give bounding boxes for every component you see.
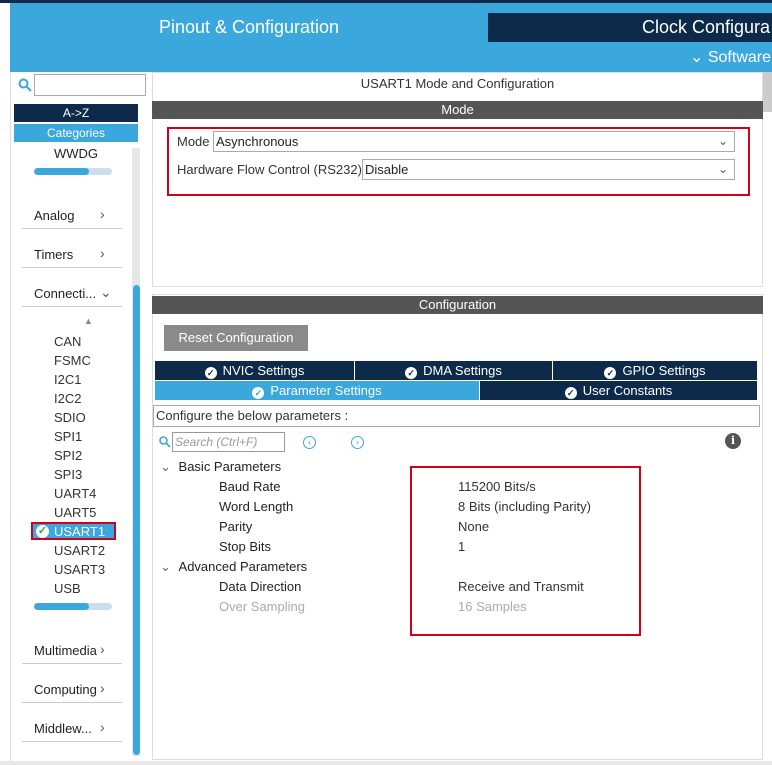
usart1-label: USART1: [54, 524, 106, 539]
collapse-panel-handle[interactable]: [763, 72, 772, 112]
divider: [22, 663, 122, 664]
basic-parameters-group[interactable]: ⌄ Basic Parameters: [160, 459, 281, 475]
check-circle-icon: ✓: [252, 387, 265, 399]
peripheral-wwdg[interactable]: WWDG: [54, 146, 98, 161]
group-label: Advanced Parameters: [178, 559, 308, 574]
group-label: Basic Parameters: [178, 459, 282, 474]
configure-description: Configure the below parameters :: [153, 405, 760, 427]
sort-az-button[interactable]: A->Z: [14, 104, 138, 122]
tab-label: User Constants: [582, 383, 673, 398]
sort-arrows-icon[interactable]: ▲: [84, 316, 93, 326]
advanced-parameters-group[interactable]: ⌄ Advanced Parameters: [160, 559, 307, 575]
chevron-right-icon: ›: [100, 680, 105, 696]
categories-button[interactable]: Categories: [14, 124, 138, 142]
software-label: Software: [707, 49, 771, 66]
peripheral-fsmc[interactable]: FSMC: [54, 353, 91, 368]
peripheral-sdio[interactable]: SDIO: [54, 410, 86, 425]
tab-parameter-settings[interactable]: ✓ Parameter Settings: [155, 381, 479, 400]
peripheral-i2c2[interactable]: I2C2: [54, 391, 81, 406]
param-name: Word Length: [219, 499, 294, 514]
progress-bar-bottom: [34, 603, 112, 610]
parameter-search-input[interactable]: Search (Ctrl+F): [172, 432, 285, 452]
tab-label: DMA Settings: [423, 363, 502, 378]
mode-section-header: Mode: [152, 101, 763, 119]
divider: [22, 228, 122, 229]
chevron-down-icon: ⌄: [690, 49, 704, 66]
tab-label: NVIC Settings: [222, 363, 305, 378]
info-icon[interactable]: i: [725, 433, 741, 449]
param-name: Parity: [219, 519, 253, 534]
peripheral-usart3[interactable]: USART3: [54, 562, 105, 577]
peripheral-i2c1[interactable]: I2C1: [54, 372, 81, 387]
chevron-right-icon: ›: [100, 641, 105, 657]
category-middleware[interactable]: Middlew...: [34, 721, 92, 736]
previous-match-icon[interactable]: ‹: [303, 436, 316, 449]
peripheral-spi3[interactable]: SPI3: [54, 467, 82, 482]
param-name: Over Sampling: [219, 599, 305, 614]
progress-bar-top: [34, 168, 112, 175]
tab-label: Parameter Settings: [270, 383, 382, 398]
peripheral-uart5[interactable]: UART5: [54, 505, 96, 520]
peripheral-usart1-selected[interactable]: ✓ USART1: [31, 522, 116, 540]
divider: [22, 306, 122, 307]
next-match-icon[interactable]: ›: [351, 436, 364, 449]
tab-nvic-settings[interactable]: ✓ NVIC Settings: [155, 361, 354, 380]
category-analog[interactable]: Analog: [34, 208, 74, 223]
check-circle-icon: ✓: [405, 367, 418, 379]
chevron-down-icon: ⌄: [100, 284, 112, 300]
configuration-header: Configuration: [152, 296, 763, 314]
category-multimedia[interactable]: Multimedia: [34, 643, 97, 658]
tab-clock-configuration[interactable]: Clock Configura: [488, 13, 772, 42]
peripheral-usart2[interactable]: USART2: [54, 543, 105, 558]
left-strip: [0, 3, 10, 72]
tab-label: GPIO Settings: [622, 363, 706, 378]
param-name: Baud Rate: [219, 479, 281, 494]
peripheral-can[interactable]: CAN: [54, 334, 81, 349]
bottom-edge: [0, 761, 772, 765]
chevron-right-icon: ›: [100, 206, 105, 222]
mode-highlight-box: [167, 127, 750, 196]
top-border: [0, 0, 772, 3]
category-computing[interactable]: Computing: [34, 682, 97, 697]
peripheral-uart4[interactable]: UART4: [54, 486, 96, 501]
check-circle-icon: ✓: [204, 367, 217, 379]
divider: [22, 267, 122, 268]
sidebar-scrollbar-thumb[interactable]: [133, 285, 140, 755]
search-icon: [159, 436, 171, 448]
param-name: Stop Bits: [219, 539, 272, 554]
tab-dma-settings[interactable]: ✓ DMA Settings: [355, 361, 552, 380]
divider: [22, 702, 122, 703]
mode-panel-title: USART1 Mode and Configuration: [360, 76, 555, 91]
chevron-right-icon: ›: [100, 719, 105, 735]
reset-configuration-button[interactable]: Reset Configuration: [164, 325, 308, 351]
param-name: Data Direction: [219, 579, 302, 594]
tab-user-constants[interactable]: ✓ User Constants: [480, 381, 757, 400]
search-icon[interactable]: [18, 78, 32, 92]
tab-pinout-configuration[interactable]: Pinout & Configuration: [10, 13, 488, 42]
chevron-down-icon: ⌄: [160, 559, 171, 574]
chevron-down-icon: ⌄: [160, 459, 171, 474]
divider: [22, 741, 122, 742]
tab-gpio-settings[interactable]: ✓ GPIO Settings: [553, 361, 757, 380]
chevron-right-icon: ›: [100, 245, 105, 261]
peripheral-usb[interactable]: USB: [54, 581, 81, 596]
check-circle-icon: ✓: [604, 367, 617, 379]
check-icon: ✓: [36, 525, 49, 538]
peripheral-spi2[interactable]: SPI2: [54, 448, 82, 463]
parameter-values-highlight-box: [410, 466, 641, 636]
software-packs-menu[interactable]: ⌄ Software: [690, 44, 771, 72]
category-search-combo[interactable]: [34, 74, 146, 96]
check-circle-icon: ✓: [564, 387, 577, 399]
category-connectivity[interactable]: Connecti...: [34, 286, 96, 301]
peripheral-spi1[interactable]: SPI1: [54, 429, 82, 444]
category-timers[interactable]: Timers: [34, 247, 73, 262]
